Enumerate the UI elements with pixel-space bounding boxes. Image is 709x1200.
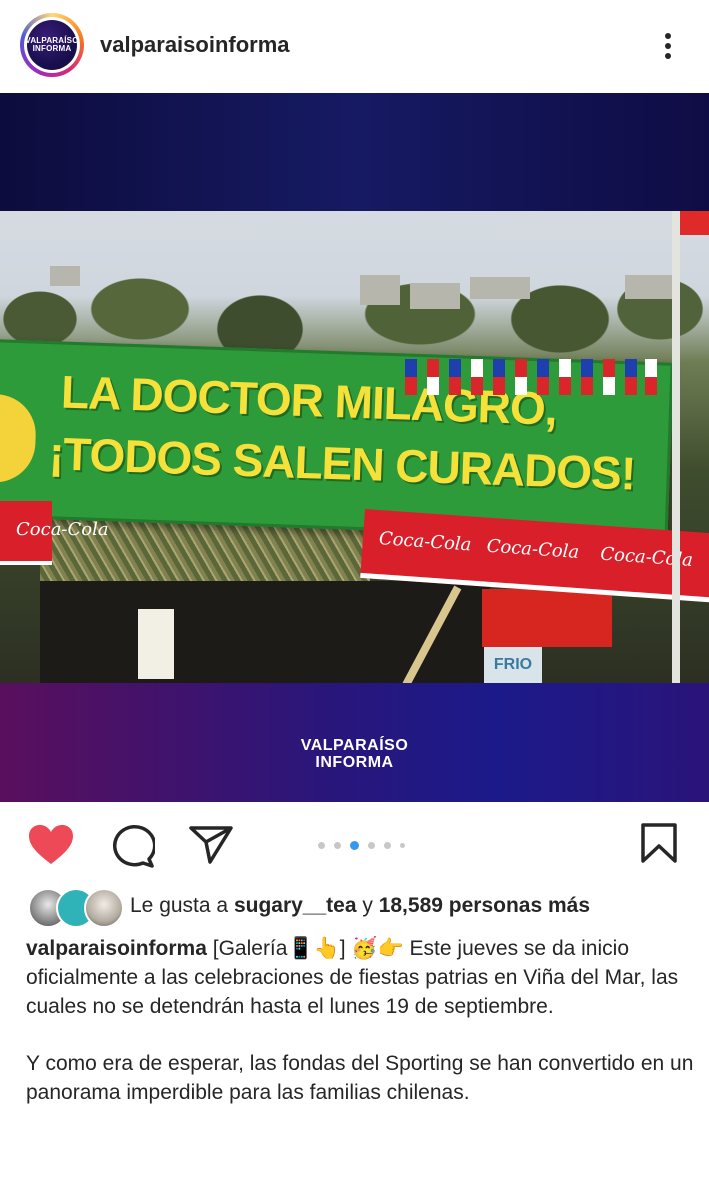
bookmark-icon[interactable] — [640, 822, 678, 864]
frio-sign: FRIO — [484, 647, 542, 683]
coca-cola-logo: Coca-Cola — [378, 528, 473, 556]
liker-username[interactable]: sugary__tea — [234, 894, 357, 917]
carousel-dot — [334, 842, 341, 850]
carousel-dot — [368, 842, 375, 850]
building — [410, 283, 460, 309]
likes-prefix: Le gusta a — [130, 894, 229, 917]
carousel-dot — [400, 843, 405, 849]
post-header: VALPARAÍSO INFORMA valparaisoinforma — [0, 0, 709, 93]
coca-cola-awning-left: Coca-Cola — [0, 501, 109, 565]
avatar-text-line2: INFORMA — [32, 44, 72, 53]
carousel-indicator — [318, 837, 414, 851]
fonda-photo: FRIO LA DOCTOR MILAGRO, ¡TODOS SALEN CUR… — [0, 211, 709, 683]
comment-icon[interactable] — [109, 824, 155, 868]
top-band — [0, 93, 709, 211]
post-image[interactable]: FRIO LA DOCTOR MILAGRO, ¡TODOS SALEN CUR… — [0, 93, 709, 802]
stall-interior — [40, 581, 490, 683]
post-caption: valparaisoinforma [Galería📱👆] 🥳👉 Este ju… — [26, 934, 698, 1135]
likes-connector: y — [362, 894, 373, 917]
avatar[interactable]: VALPARAÍSO INFORMA — [20, 13, 84, 77]
caption-username[interactable]: valparaisoinforma — [26, 937, 207, 960]
liker-avatar — [84, 888, 124, 928]
building — [360, 275, 400, 305]
building — [470, 277, 530, 299]
likes-count[interactable]: 18,589 personas más — [379, 894, 590, 917]
brand-line-2: INFORMA — [315, 754, 394, 771]
banner-line-2: ¡TODOS SALEN CURADOS! — [48, 427, 636, 500]
likes-text: Le gusta a sugary__tea y 18,589 personas… — [130, 894, 590, 918]
pole-flag — [680, 211, 709, 235]
carousel-dot — [318, 842, 325, 850]
brand-logo: VALPARAÍSO INFORMA — [0, 737, 709, 771]
share-icon[interactable] — [188, 824, 234, 866]
heart-icon[interactable] — [28, 824, 74, 866]
white-sign — [138, 609, 174, 679]
flag-pole — [672, 211, 680, 683]
chilean-flags — [405, 359, 665, 399]
building — [50, 266, 80, 286]
coca-cola-logo: Coca-Cola — [485, 535, 580, 564]
more-options-icon[interactable] — [655, 28, 681, 64]
brand-line-1: VALPARAÍSO — [300, 737, 409, 754]
avatar-logo: VALPARAÍSO INFORMA — [25, 20, 78, 70]
action-bar — [0, 802, 709, 882]
likes-row[interactable]: Le gusta a sugary__tea y 18,589 personas… — [0, 884, 709, 928]
banner-logo — [0, 394, 38, 484]
coca-cola-logo: Coca-Cola — [16, 519, 109, 540]
caption-paragraph-2: Y como era de esperar, las fondas del Sp… — [26, 1052, 694, 1104]
username-link[interactable]: valparaisoinforma — [100, 32, 290, 58]
carousel-dot — [384, 842, 391, 850]
red-cloth — [482, 589, 612, 647]
carousel-dot-active — [350, 841, 359, 851]
